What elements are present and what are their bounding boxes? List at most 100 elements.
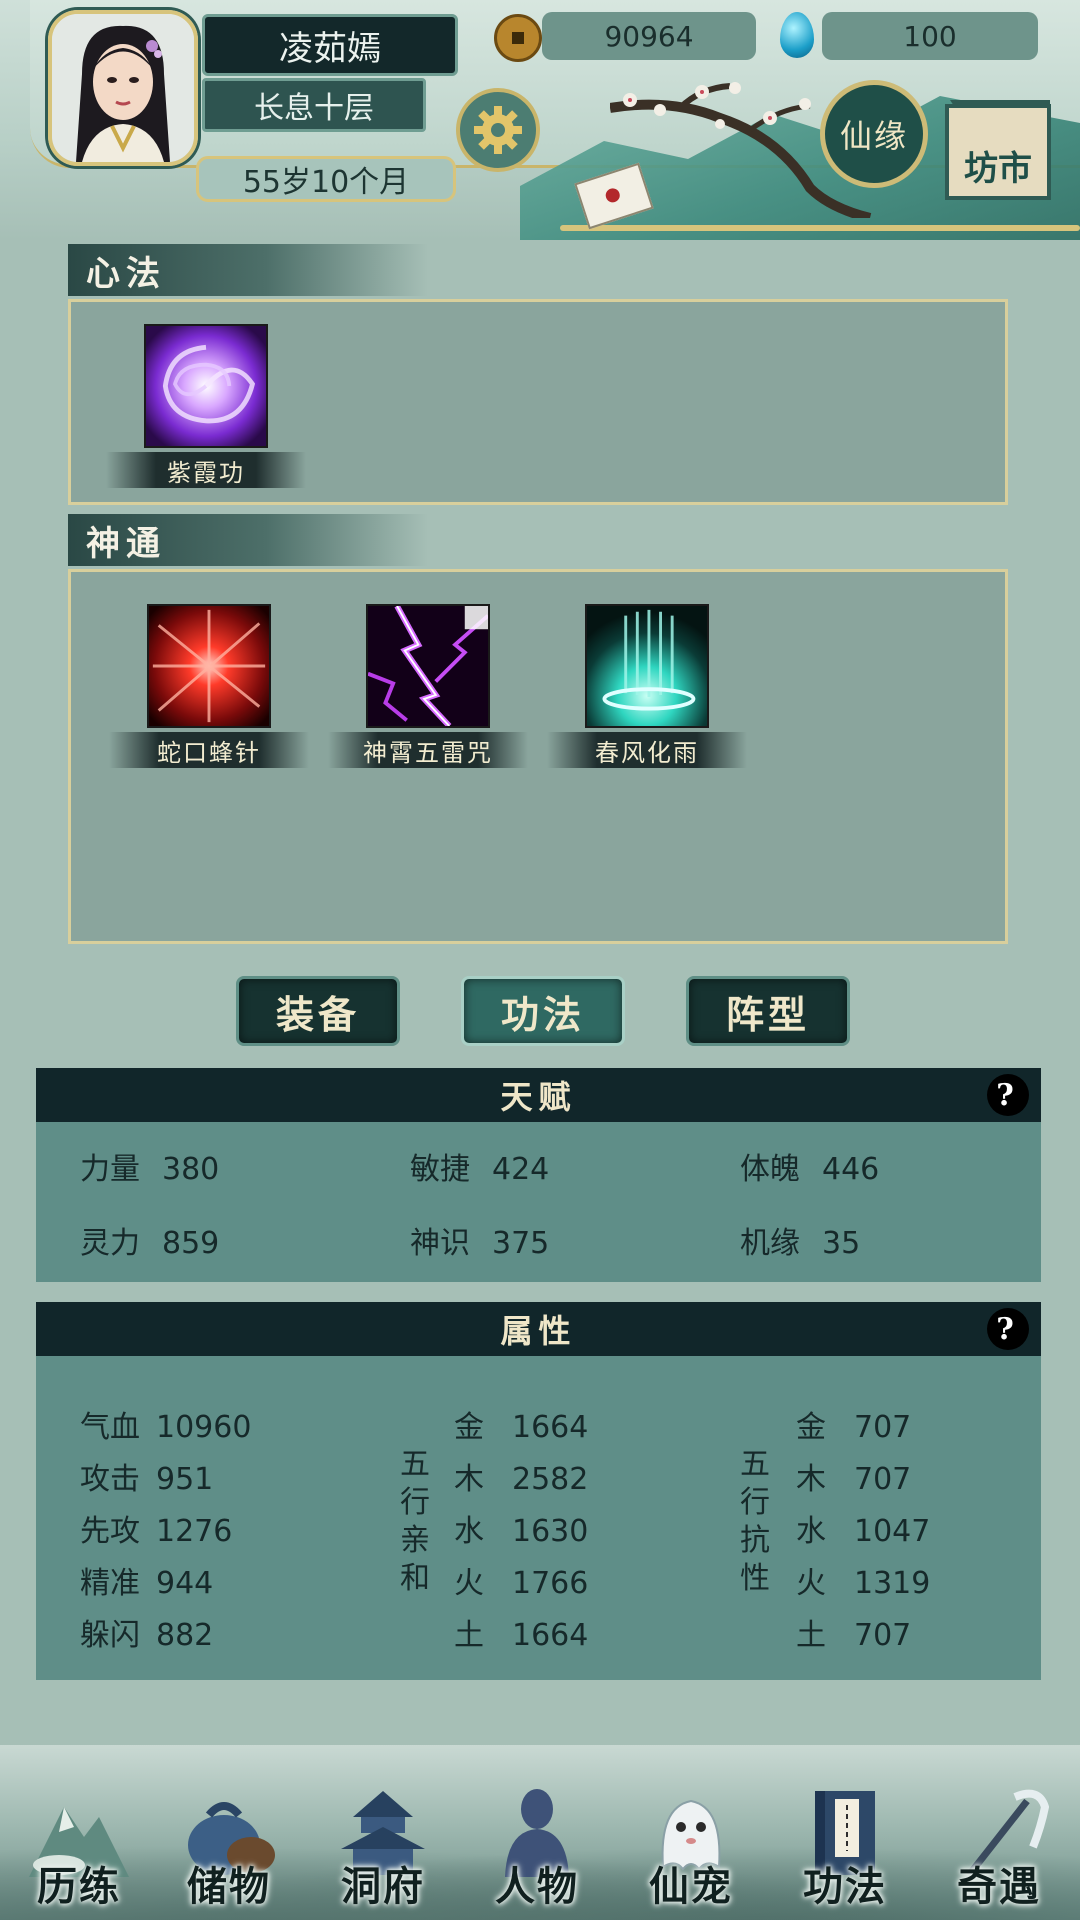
stat-name: 气血 — [80, 1410, 140, 1445]
talent-stat: 机缘 35 — [740, 1218, 860, 1262]
shentong-title: 神通 — [68, 514, 428, 566]
nav-label: 人物 — [495, 1863, 579, 1910]
attribute-stat: 木 707 — [796, 1454, 911, 1498]
stat-value: 424 — [492, 1152, 550, 1187]
stat-name: 火 — [454, 1566, 484, 1601]
stat-value: 707 — [854, 1410, 912, 1445]
nav-label: 洞府 — [341, 1863, 425, 1910]
stat-value: 859 — [162, 1226, 220, 1261]
stat-name: 敏捷 — [410, 1152, 470, 1187]
stat-name: 火 — [796, 1566, 826, 1601]
stat-value: 380 — [162, 1152, 220, 1187]
nav-training[interactable]: 历练 — [4, 1745, 154, 1920]
talent-header: 天赋 ? — [36, 1068, 1041, 1122]
stat-name: 金 — [454, 1410, 484, 1445]
xinfa-title: 心法 — [68, 244, 428, 296]
tab-formation[interactable]: 阵型 — [686, 976, 850, 1046]
stat-value: 1047 — [854, 1514, 931, 1549]
stat-value: 944 — [156, 1566, 214, 1601]
stat-value: 35 — [822, 1226, 861, 1261]
red-needle-burst-icon — [147, 604, 271, 728]
skill-slot[interactable]: 神霄五雷咒 — [328, 604, 528, 768]
attributes-panel: 属性 ? 气血 10960 攻击 951 先攻 1276 精准 944 躲闪 882 五行… — [36, 1302, 1041, 1680]
stat-name: 机缘 — [740, 1226, 800, 1261]
nav-pet[interactable]: 仙宠 — [616, 1745, 766, 1920]
nav-techniques[interactable]: 功法 — [770, 1745, 920, 1920]
five-elements-affinity-label: 五行亲和 — [400, 1447, 430, 1596]
nav-label: 奇遇 — [957, 1863, 1041, 1910]
attributes-title: 属性 — [500, 1312, 577, 1350]
nav-label: 储物 — [187, 1863, 271, 1910]
nav-label: 历练 — [37, 1863, 121, 1910]
talent-stat: 力量 380 — [80, 1144, 219, 1188]
stat-value: 2582 — [512, 1462, 589, 1497]
purple-vortex-icon — [144, 324, 268, 448]
market-button[interactable]: 坊市 — [945, 104, 1051, 200]
avatar[interactable] — [48, 10, 198, 166]
header-divider — [560, 225, 1080, 231]
stat-name: 攻击 — [80, 1462, 140, 1497]
stat-value: 707 — [854, 1618, 912, 1653]
nav-label: 仙宠 — [649, 1863, 733, 1910]
stat-value: 707 — [854, 1462, 912, 1497]
tab-equipment[interactable]: 装备 — [236, 976, 400, 1046]
skill-slot[interactable]: 蛇口蜂针 — [109, 604, 309, 768]
spirit-stone-icon — [780, 12, 814, 58]
xianyuan-button[interactable]: 仙缘 — [820, 80, 928, 188]
coin-balance: 90964 — [542, 12, 756, 60]
avatar-portrait-icon — [52, 14, 194, 162]
attribute-stat: 躲闪 882 — [80, 1610, 213, 1654]
stat-value: 1630 — [512, 1514, 589, 1549]
attribute-stat: 精准 944 — [80, 1558, 213, 1602]
stat-name: 土 — [454, 1618, 484, 1653]
top-bar: 凌茹嫣 长息十层 55岁10个月 90964 100 仙缘 坊市 — [0, 0, 1080, 240]
stat-name: 力量 — [80, 1152, 140, 1187]
attribute-stat: 先攻 1276 — [80, 1506, 232, 1550]
attribute-stat: 水 1630 — [454, 1506, 588, 1550]
stat-value: 882 — [156, 1618, 214, 1653]
attribute-stat: 木 2582 — [454, 1454, 588, 1498]
stat-name: 水 — [454, 1514, 484, 1549]
nav-character[interactable]: 人物 — [462, 1745, 612, 1920]
stat-value: 1664 — [512, 1618, 589, 1653]
copper-coin-icon — [494, 14, 542, 62]
settings-button[interactable] — [456, 88, 540, 172]
stat-name: 水 — [796, 1514, 826, 1549]
attribute-stat: 攻击 951 — [80, 1454, 213, 1498]
stat-value: 446 — [822, 1152, 880, 1187]
nav-adventure[interactable]: 奇遇 — [924, 1745, 1074, 1920]
talent-stat: 敏捷 424 — [410, 1144, 549, 1188]
attribute-stat: 水 1047 — [796, 1506, 930, 1550]
stat-name: 神识 — [410, 1226, 470, 1261]
stat-value: 10960 — [156, 1410, 252, 1445]
stat-name: 土 — [796, 1618, 826, 1653]
talent-stat: 体魄 446 — [740, 1144, 879, 1188]
stat-name: 金 — [796, 1410, 826, 1445]
talent-panel: 天赋 ? 力量 380 敏捷 424 体魄 446 灵力 859 神识 375 机缘 35 — [36, 1068, 1041, 1282]
stat-value: 951 — [156, 1462, 214, 1497]
player-name: 凌茹嫣 — [202, 14, 458, 76]
attributes-help-icon[interactable]: ? — [987, 1308, 1029, 1350]
skill-name: 春风化雨 — [547, 732, 747, 768]
attribute-stat: 土 1664 — [454, 1610, 588, 1654]
attribute-stat: 土 707 — [796, 1610, 911, 1654]
skill-name: 紫霞功 — [106, 452, 306, 488]
stat-name: 精准 — [80, 1566, 140, 1601]
talent-help-icon[interactable]: ? — [987, 1074, 1029, 1116]
skill-slot[interactable]: 春风化雨 — [547, 604, 747, 768]
nav-storage[interactable]: 储物 — [154, 1745, 304, 1920]
skill-slot[interactable]: 紫霞功 — [106, 324, 306, 488]
purple-lightning-icon — [366, 604, 490, 728]
stat-value: 1766 — [512, 1566, 589, 1601]
tab-gongfa[interactable]: 功法 — [461, 976, 625, 1046]
nav-cave[interactable]: 洞府 — [308, 1745, 458, 1920]
stat-value: 1319 — [854, 1566, 931, 1601]
stat-name: 先攻 — [80, 1514, 140, 1549]
skill-name: 神霄五雷咒 — [328, 732, 528, 768]
player-age: 55岁10个月 — [196, 156, 456, 202]
skill-name: 蛇口蜂针 — [109, 732, 309, 768]
attributes-header: 属性 ? — [36, 1302, 1041, 1356]
stat-value: 1664 — [512, 1410, 589, 1445]
xinfa-panel: 紫霞功 — [68, 299, 1008, 505]
stat-name: 躲闪 — [80, 1618, 140, 1653]
